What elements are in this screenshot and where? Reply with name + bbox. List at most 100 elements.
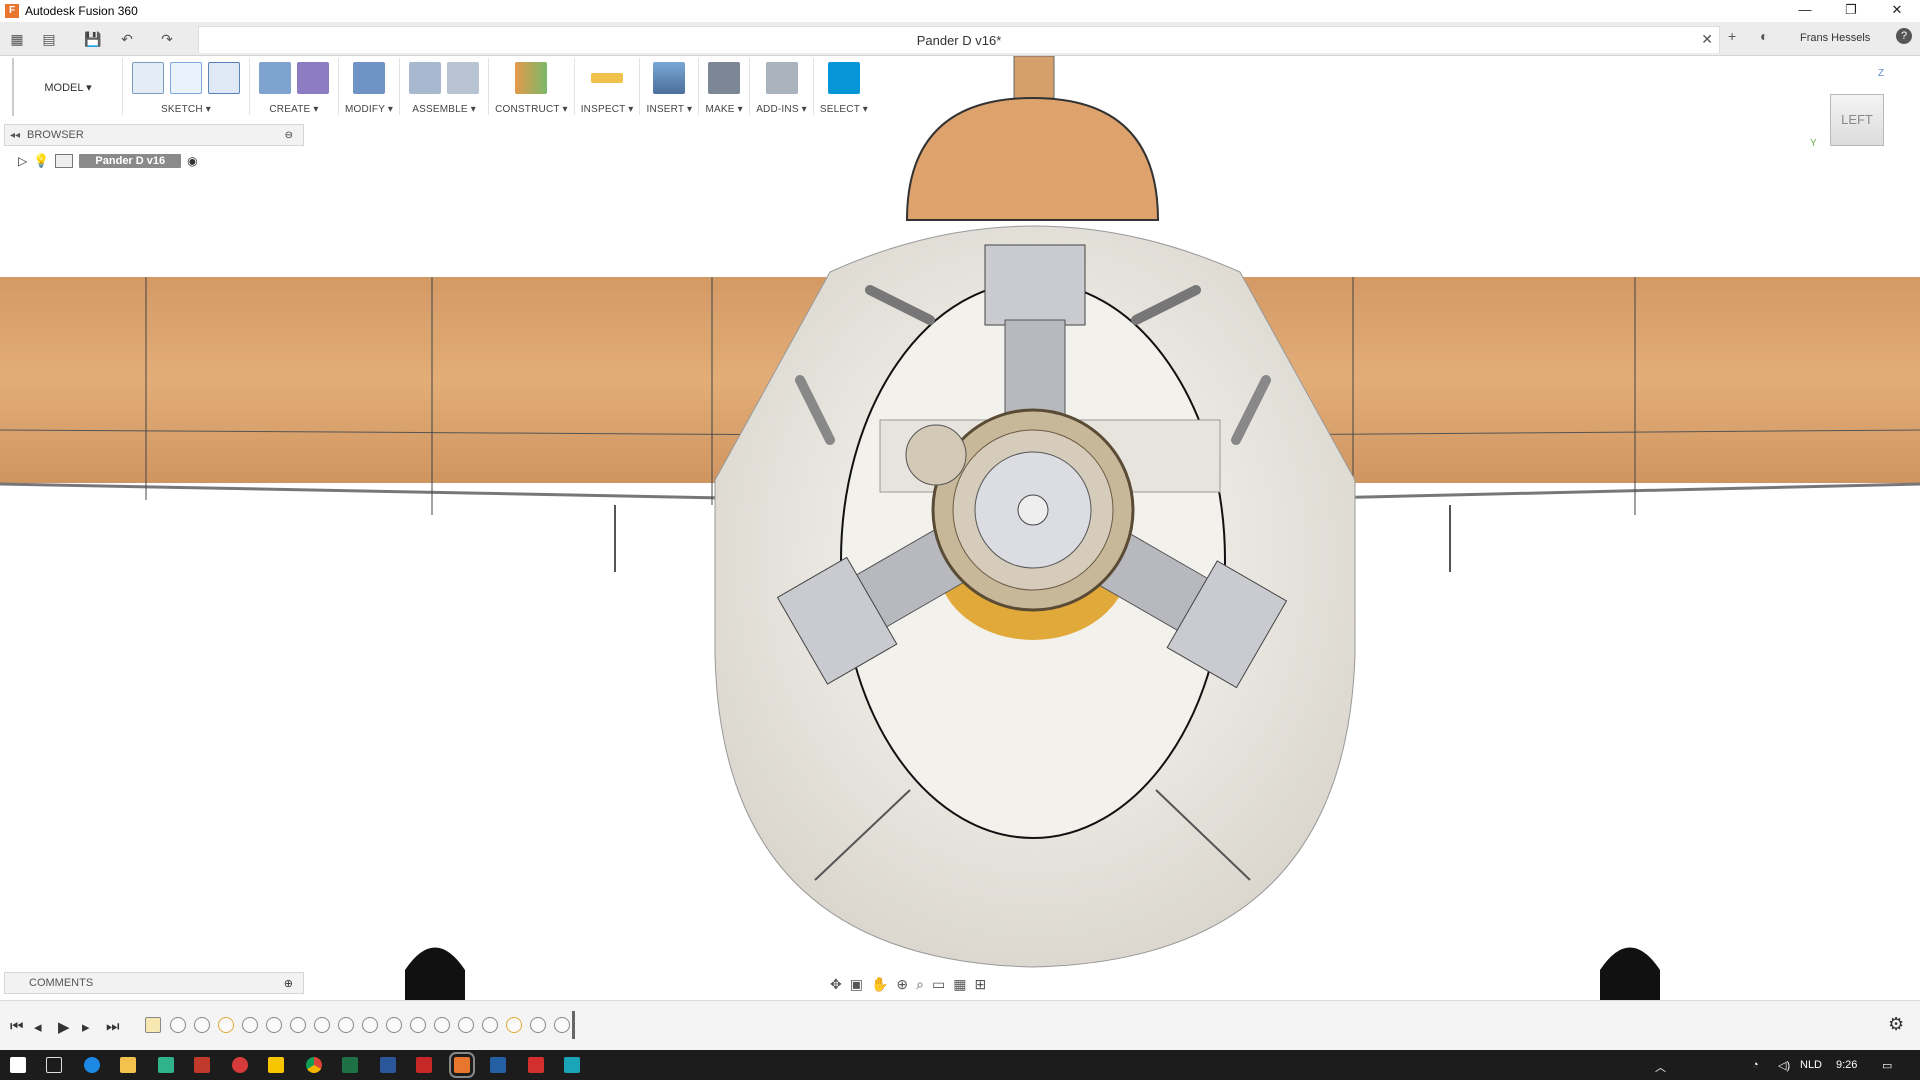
file-explorer-icon[interactable] xyxy=(120,1057,136,1073)
taskbar-app-icon[interactable] xyxy=(268,1057,284,1073)
timeline-feature[interactable] xyxy=(194,1017,210,1033)
create-sketch-icon[interactable] xyxy=(132,62,164,94)
volume-icon[interactable]: ◁) xyxy=(1778,1059,1790,1072)
addins-menu-label[interactable]: ADD-INS ▾ xyxy=(756,104,807,115)
browser-root-item[interactable]: ▷ 💡 Pander D v16 ◉ xyxy=(18,153,198,169)
redo-icon[interactable]: ↷ xyxy=(156,28,178,50)
go-to-end-icon[interactable]: ⏭ xyxy=(106,1018,120,1035)
select-group[interactable]: SELECT ▾ xyxy=(812,58,868,115)
timeline-feature[interactable] xyxy=(362,1017,378,1033)
form-icon[interactable] xyxy=(297,62,329,94)
grid-settings-icon[interactable]: ▦ xyxy=(953,976,966,993)
taskbar-app-icon[interactable] xyxy=(416,1057,432,1073)
document-tab[interactable]: Pander D v16* ✕ xyxy=(198,26,1720,53)
timeline-feature[interactable] xyxy=(458,1017,474,1033)
new-component-icon[interactable] xyxy=(409,62,442,94)
offset-plane-icon[interactable] xyxy=(515,62,548,94)
insert-image-icon[interactable] xyxy=(653,62,686,94)
expand-arrow-icon[interactable]: ▷ xyxy=(18,154,27,168)
assemble-menu-label[interactable]: ASSEMBLE ▾ xyxy=(412,104,476,115)
timeline-marker[interactable] xyxy=(572,1011,575,1039)
addins-group[interactable]: ADD-INS ▾ xyxy=(749,58,807,115)
canvas-viewport[interactable] xyxy=(0,56,1920,1000)
restore-button[interactable]: ❐ xyxy=(1828,0,1874,22)
taskbar-app-icon[interactable] xyxy=(490,1057,506,1073)
minimize-button[interactable]: — xyxy=(1782,0,1828,22)
line-icon[interactable] xyxy=(170,62,202,94)
pan-icon[interactable]: ✋ xyxy=(871,976,888,993)
go-to-start-icon[interactable]: ⏮ xyxy=(10,1018,24,1035)
inspect-menu-label[interactable]: INSPECT ▾ xyxy=(581,104,634,115)
task-view-icon[interactable] xyxy=(46,1057,62,1073)
file-menu-icon[interactable]: ▤ xyxy=(38,28,60,50)
taskbar-app-icon[interactable] xyxy=(194,1057,210,1073)
job-status-icon[interactable]: ◐ xyxy=(1760,28,1768,44)
undo-icon[interactable]: ↶ xyxy=(116,28,138,50)
modify-menu-label[interactable]: MODIFY ▾ xyxy=(345,104,393,115)
save-icon[interactable]: 💾 xyxy=(82,28,104,50)
excel-icon[interactable] xyxy=(342,1057,358,1073)
3d-print-icon[interactable] xyxy=(708,62,741,94)
orbit-icon[interactable]: ✥ xyxy=(830,976,842,993)
select-icon[interactable] xyxy=(827,62,860,94)
play-icon[interactable]: ▶ xyxy=(58,1018,70,1036)
close-window-button[interactable]: ✕ xyxy=(1874,0,1920,22)
inspect-group[interactable]: INSPECT ▾ xyxy=(573,58,634,115)
timeline-feature[interactable] xyxy=(290,1017,306,1033)
rectangle-icon[interactable] xyxy=(208,62,240,94)
timeline-feature[interactable] xyxy=(170,1017,186,1033)
root-node-label[interactable]: Pander D v16 xyxy=(79,154,182,168)
joint-icon[interactable] xyxy=(447,62,480,94)
create-menu-label[interactable]: CREATE ▾ xyxy=(269,104,318,115)
make-group[interactable]: MAKE ▾ xyxy=(698,58,743,115)
press-pull-icon[interactable] xyxy=(353,62,386,94)
notifications-icon[interactable]: ▭ xyxy=(1882,1059,1892,1072)
insert-group[interactable]: INSERT ▾ xyxy=(639,58,692,115)
new-tab-icon[interactable]: + xyxy=(1728,28,1736,44)
taskbar-app-icon[interactable] xyxy=(158,1057,174,1073)
look-at-icon[interactable]: ▣ xyxy=(850,976,863,993)
add-comment-icon[interactable]: ⊕ xyxy=(284,977,293,990)
acrobat-icon[interactable] xyxy=(528,1057,544,1073)
viewports-icon[interactable]: ⊞ xyxy=(974,976,986,993)
measure-icon[interactable] xyxy=(591,73,624,83)
sketch-group[interactable]: SKETCH ▾ xyxy=(122,58,243,115)
step-back-icon[interactable]: ◂ xyxy=(34,1018,42,1036)
extrude-icon[interactable] xyxy=(259,62,291,94)
taskbar-app-icon[interactable] xyxy=(564,1057,580,1073)
timeline-feature[interactable] xyxy=(482,1017,498,1033)
comments-panel[interactable]: COMMENTS ⊕ xyxy=(4,972,304,994)
timeline-feature[interactable] xyxy=(266,1017,282,1033)
wifi-icon[interactable]: ◔ xyxy=(1752,1059,1759,1071)
collapse-browser-icon[interactable]: ◂◂ xyxy=(10,130,20,141)
clock[interactable]: 9:26 xyxy=(1836,1059,1857,1071)
workspace-switcher[interactable]: MODEL ▾ xyxy=(12,58,122,116)
insert-menu-label[interactable]: INSERT ▾ xyxy=(646,104,692,115)
create-group[interactable]: CREATE ▾ xyxy=(249,58,332,115)
browser-panel-header[interactable]: ◂◂ BROWSER ⊖ xyxy=(4,124,304,146)
fusion-360-taskbar-icon[interactable] xyxy=(449,1052,475,1078)
timeline-feature[interactable] xyxy=(386,1017,402,1033)
user-name[interactable]: Frans Hessels xyxy=(1800,32,1870,44)
scripts-icon[interactable] xyxy=(765,62,798,94)
viewcube[interactable]: LEFT xyxy=(1830,94,1884,146)
display-settings-icon[interactable]: ▭ xyxy=(932,976,945,993)
tray-chevron-icon[interactable]: ︿ xyxy=(1655,1059,1666,1075)
timeline-feature[interactable] xyxy=(145,1017,161,1033)
timeline-feature[interactable] xyxy=(530,1017,546,1033)
modify-group[interactable]: MODIFY ▾ xyxy=(338,58,393,115)
taskbar-app-icon[interactable] xyxy=(232,1057,248,1073)
timeline-feature[interactable] xyxy=(506,1017,522,1033)
visibility-bulb-icon[interactable]: 💡 xyxy=(33,153,49,169)
select-menu-label[interactable]: SELECT ▾ xyxy=(820,104,868,115)
language-indicator[interactable]: NLD xyxy=(1800,1059,1822,1071)
word-icon[interactable] xyxy=(380,1057,396,1073)
edge-browser-icon[interactable] xyxy=(84,1057,100,1073)
apps-grid-icon[interactable]: ▦ xyxy=(6,28,28,50)
timeline-feature[interactable] xyxy=(554,1017,570,1033)
construct-menu-label[interactable]: CONSTRUCT ▾ xyxy=(495,104,568,115)
step-forward-icon[interactable]: ▸ xyxy=(82,1018,90,1036)
timeline-feature[interactable] xyxy=(434,1017,450,1033)
sketch-menu-label[interactable]: SKETCH ▾ xyxy=(161,104,211,115)
windows-start-icon[interactable] xyxy=(10,1057,26,1073)
